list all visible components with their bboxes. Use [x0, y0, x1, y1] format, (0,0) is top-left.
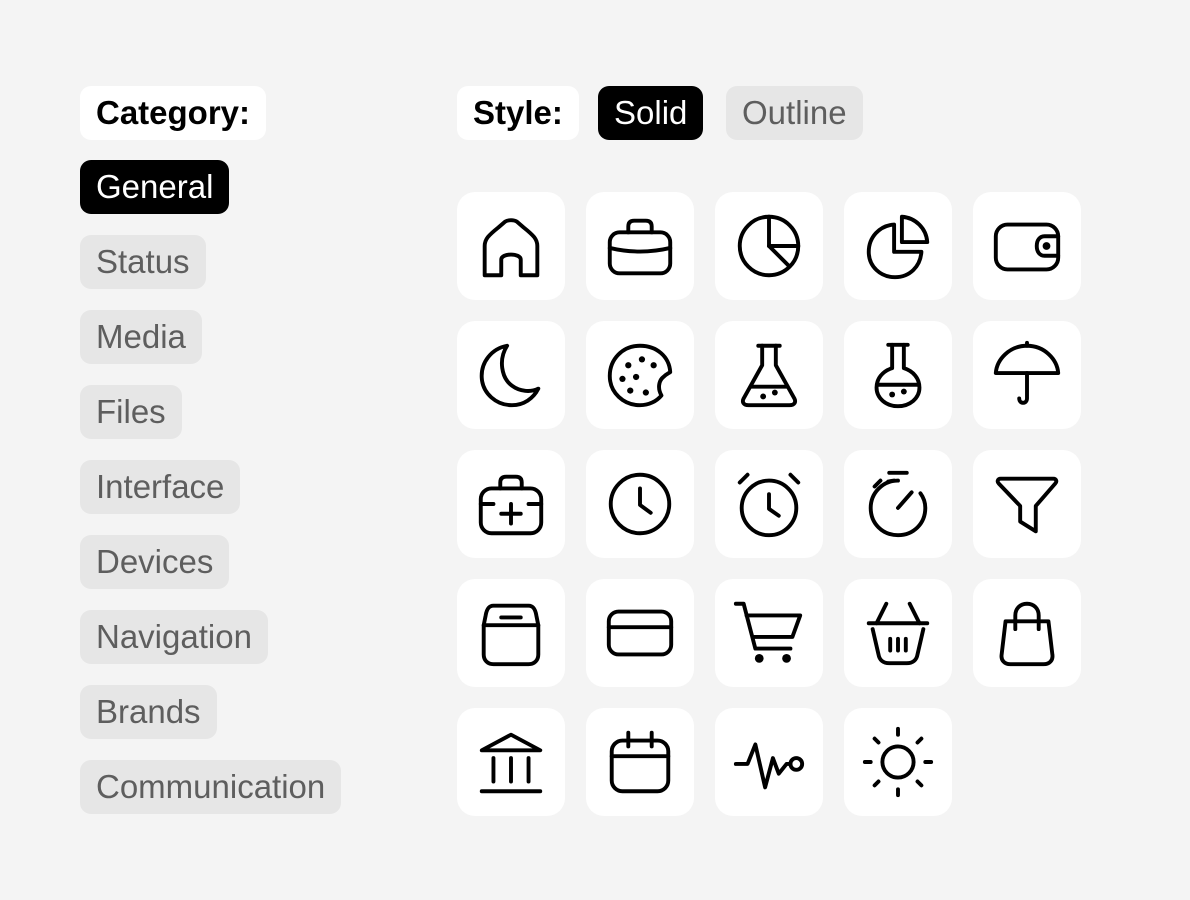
icon-tile[interactable] [457, 450, 565, 558]
alarm-clock-icon [737, 472, 801, 538]
category-navigation[interactable]: Navigation [80, 610, 268, 664]
umbrella-icon [993, 340, 1061, 405]
first-aid-kit-icon [478, 474, 544, 536]
category-interface[interactable]: Interface [80, 460, 241, 514]
wallet-icon [993, 222, 1061, 272]
pulse-icon [733, 742, 805, 790]
icon-tile[interactable] [844, 579, 952, 687]
category-files[interactable]: Files [80, 385, 182, 439]
icon-tile[interactable] [457, 708, 565, 816]
icon-tile[interactable] [457, 192, 565, 300]
icon-tile[interactable] [715, 192, 823, 300]
style-solid-button[interactable]: Solid [598, 86, 704, 140]
shopping-bag-icon [999, 601, 1055, 667]
icon-tile[interactable] [844, 708, 952, 816]
icon-tile[interactable] [457, 321, 565, 429]
flask-icon [740, 343, 798, 408]
stopwatch-icon [868, 470, 928, 538]
style-outline-button[interactable]: Outline [726, 86, 863, 140]
icon-tile[interactable] [586, 708, 694, 816]
sun-icon [862, 726, 934, 798]
category-brands[interactable]: Brands [80, 685, 217, 739]
pie-chart-split-icon [866, 214, 930, 280]
icon-tile[interactable] [844, 192, 952, 300]
category-general[interactable]: General [80, 160, 230, 214]
category-status[interactable]: Status [80, 235, 206, 289]
home-icon [482, 218, 540, 278]
icon-tile[interactable] [715, 321, 823, 429]
shopping-cart-icon [733, 601, 803, 663]
clock-icon [608, 472, 672, 536]
filter-icon [995, 476, 1059, 534]
basket-icon [866, 601, 930, 666]
icon-tile[interactable] [973, 450, 1081, 558]
icon-tile[interactable] [715, 708, 823, 816]
icon-tile[interactable] [586, 192, 694, 300]
icon-tile[interactable] [715, 579, 823, 687]
icon-tile[interactable] [973, 321, 1081, 429]
credit-card-icon [606, 609, 674, 657]
cookie-icon [607, 343, 673, 408]
category-label: Category: [80, 86, 267, 140]
icon-tile[interactable] [844, 450, 952, 558]
icon-tile[interactable] [457, 579, 565, 687]
icon-tile[interactable] [973, 192, 1081, 300]
category-communication[interactable]: Communication [80, 760, 342, 814]
icon-tile[interactable] [844, 321, 952, 429]
bank-icon [479, 732, 543, 794]
icon-tile[interactable] [586, 579, 694, 687]
calendar-icon [609, 730, 671, 794]
icon-tile[interactable] [586, 450, 694, 558]
briefcase-icon [607, 218, 673, 276]
category-devices[interactable]: Devices [80, 535, 230, 589]
icon-tile[interactable] [586, 321, 694, 429]
icon-tile[interactable] [715, 450, 823, 558]
category-media[interactable]: Media [80, 310, 202, 364]
moon-icon [479, 343, 541, 408]
style-label: Style: [457, 86, 579, 140]
round-flask-icon [874, 342, 922, 409]
archive-icon [481, 603, 541, 667]
icon-grid [457, 192, 1081, 816]
pie-chart-icon [737, 214, 801, 278]
icon-tile[interactable] [973, 579, 1081, 687]
